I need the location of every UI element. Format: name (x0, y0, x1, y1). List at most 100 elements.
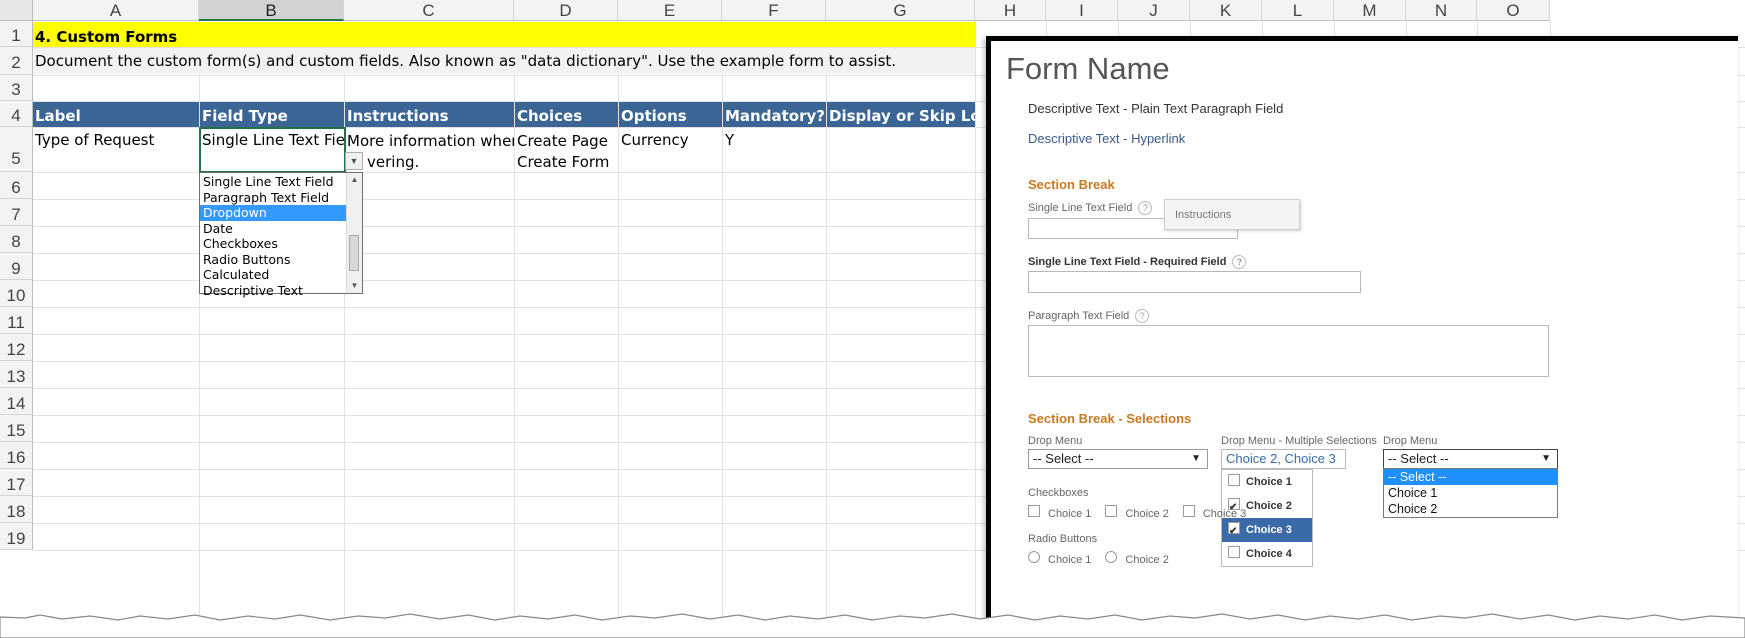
multi-select-input[interactable]: Choice 2, Choice 3 (1221, 449, 1346, 469)
column-header-j[interactable]: J (1118, 0, 1190, 21)
drop-menu-select[interactable]: -- Select -- ▼ (1028, 449, 1208, 469)
row-header-17[interactable]: 17 (0, 469, 33, 496)
row-header-6[interactable]: 6 (0, 172, 33, 199)
help-icon[interactable]: ? (1135, 309, 1150, 323)
hyperlink-field[interactable]: Descriptive Text - Hyperlink (1028, 131, 1185, 146)
checkbox-option[interactable]: Choice 1 (1028, 504, 1091, 521)
column-header-f[interactable]: F (722, 0, 826, 21)
checkbox-option[interactable]: Choice 3 (1182, 504, 1246, 521)
dropdown-option[interactable]: Choice 1 (1384, 485, 1557, 501)
required-text-input[interactable] (1028, 271, 1361, 293)
row-header-5[interactable]: 5 (0, 127, 33, 172)
row-header-2[interactable]: 2 (0, 47, 33, 75)
row-header-1[interactable]: 1 (0, 21, 33, 47)
row-header-19[interactable]: 19 (0, 523, 33, 550)
column-header-n[interactable]: N (1406, 0, 1477, 21)
list-scrollbar[interactable]: ▲ ▼ (346, 173, 362, 293)
select-all-corner[interactable] (0, 0, 33, 21)
header-cell[interactable]: Mandatory? (723, 102, 826, 127)
list-item[interactable]: Checkboxes (200, 236, 347, 252)
list-item[interactable]: Single Line Text Field (200, 174, 347, 190)
row-header-18[interactable]: 18 (0, 496, 33, 523)
scroll-up-icon[interactable]: ▲ (347, 173, 362, 187)
list-item[interactable]: Radio Buttons (200, 252, 347, 268)
row-header-4[interactable]: 4 (0, 101, 33, 127)
list-item[interactable]: Descriptive Text (200, 283, 347, 299)
header-cell[interactable]: Label (33, 102, 199, 127)
dropdown-option[interactable]: Choice 2 (1384, 501, 1557, 517)
form-title: Form Name (1006, 51, 1170, 86)
multi-select-option[interactable]: Choice 1 (1222, 470, 1312, 494)
drop-menu-2-select[interactable]: -- Select -- ▼ (1383, 449, 1558, 469)
list-item[interactable]: Calculated (200, 267, 347, 283)
list-item[interactable]: Date (200, 221, 347, 237)
option-label: Choice 2 (1125, 508, 1169, 520)
column-header-d[interactable]: D (514, 0, 618, 21)
drop-menu-2-options[interactable]: -- Select -- Choice 1 Choice 2 (1383, 468, 1558, 518)
cell-e5-options[interactable]: Currency (619, 128, 722, 172)
header-cell[interactable]: Choices (515, 102, 618, 127)
column-header-i[interactable]: I (1046, 0, 1118, 21)
column-header-k[interactable]: K (1190, 0, 1262, 21)
plain-text-field: Descriptive Text - Plain Text Paragraph … (1028, 101, 1284, 116)
row-header-16[interactable]: 16 (0, 442, 33, 469)
cell-d5-choices[interactable]: Create Page Create Form (515, 128, 618, 172)
checkbox-icon[interactable] (1105, 504, 1118, 517)
title-cell[interactable]: 4. Custom Forms (33, 22, 975, 47)
header-cell[interactable]: Options (619, 102, 722, 127)
validation-dropdown-list[interactable]: Single Line Text Field Paragraph Text Fie… (199, 172, 363, 298)
checkbox-icon[interactable] (1182, 504, 1195, 517)
description-cell[interactable]: Document the custom form(s) and custom f… (33, 48, 975, 74)
help-icon[interactable]: ? (1232, 255, 1247, 269)
help-icon[interactable]: ? (1138, 201, 1153, 215)
column-header-e[interactable]: E (618, 0, 722, 21)
column-header-m[interactable]: M (1334, 0, 1406, 21)
section-break-selections-heading: Section Break - Selections (1028, 411, 1192, 426)
sheet-description: Document the custom form(s) and custom f… (35, 52, 897, 70)
row-header-9[interactable]: 9 (0, 253, 33, 280)
dropdown-option[interactable]: -- Select -- (1384, 469, 1557, 485)
row-header-3[interactable]: 3 (0, 75, 33, 101)
header-cell[interactable]: Instructions (345, 102, 514, 127)
paragraph-textarea[interactable] (1028, 325, 1549, 377)
row-header-13[interactable]: 13 (0, 361, 33, 388)
checkbox-option[interactable]: Choice 2 (1105, 504, 1169, 521)
chevron-down-icon: ▼ (349, 156, 359, 166)
row-header-7[interactable]: 7 (0, 199, 33, 226)
checkbox-icon[interactable] (1228, 474, 1240, 487)
header-cell[interactable]: Field Type (200, 102, 344, 127)
multi-select-label: Drop Menu - Multiple Selections (1221, 435, 1377, 447)
checkboxes-label: Checkboxes (1028, 487, 1089, 499)
checkbox-icon[interactable] (1228, 520, 1240, 544)
active-cell-b5[interactable] (199, 127, 346, 173)
list-item[interactable]: Dropdown (200, 205, 347, 221)
list-item[interactable]: Paragraph Text Field (200, 190, 347, 206)
cell-a5-label[interactable]: Type of Request (33, 128, 199, 172)
cell-c5-instructions[interactable]: More information when vering. (345, 128, 514, 172)
cell-f5-mandatory[interactable]: Y (723, 128, 826, 172)
row-header-14[interactable]: 14 (0, 388, 33, 415)
scroll-down-icon[interactable]: ▼ (347, 279, 362, 293)
row-header-12[interactable]: 12 (0, 334, 33, 361)
column-header-l[interactable]: L (1262, 0, 1334, 21)
dropdown-arrow-button[interactable]: ▼ (345, 152, 363, 170)
checkbox-group: Choice 1 Choice 2 Choice 3 (1028, 504, 1260, 522)
column-header-h[interactable]: H (975, 0, 1046, 21)
checkbox-icon[interactable] (1228, 546, 1240, 559)
column-header-c[interactable]: C (344, 0, 514, 21)
row-header-15[interactable]: 15 (0, 415, 33, 442)
section-break-heading: Section Break (1028, 177, 1115, 192)
column-header-b[interactable]: B (199, 0, 344, 21)
scroll-thumb[interactable] (349, 235, 359, 271)
row-header-10[interactable]: 10 (0, 280, 33, 307)
column-header-g[interactable]: G (826, 0, 975, 21)
column-header-a[interactable]: A (33, 0, 199, 21)
example-form-image: Form Name Descriptive Text - Plain Text … (986, 36, 1738, 638)
column-header-o[interactable]: O (1477, 0, 1550, 21)
checkbox-icon[interactable] (1028, 504, 1040, 517)
drop-menu-label: Drop Menu (1028, 435, 1083, 447)
header-cell[interactable]: Display or Skip Logic (827, 102, 975, 127)
row-header-11[interactable]: 11 (0, 307, 33, 334)
row-header-8[interactable]: 8 (0, 226, 33, 253)
option-label: Choice 1 (1048, 508, 1092, 520)
